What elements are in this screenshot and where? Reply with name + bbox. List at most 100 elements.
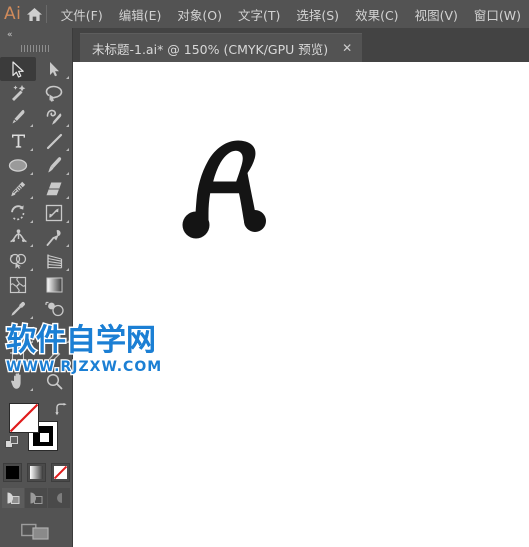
pencil-icon (11, 181, 26, 197)
document-tab-bar: 未标题-1.ai* @ 150% (CMYK/GPU 预览) ✕ (72, 28, 529, 62)
line-segment-tool[interactable] (36, 129, 72, 153)
panel-drag-handle[interactable] (0, 42, 72, 54)
menu-file[interactable]: 文件(F) (53, 0, 111, 28)
menu-view[interactable]: 视图(V) (407, 0, 466, 28)
tool-row (0, 321, 72, 345)
menu-file-label: 文件(F) (60, 7, 103, 23)
puppet-pin-icon (46, 229, 61, 246)
document-tab[interactable]: 未标题-1.ai* @ 150% (CMYK/GPU 预览) ✕ (80, 33, 363, 62)
draw-normal-button[interactable] (2, 488, 24, 508)
screen-mode-button[interactable] (0, 520, 72, 542)
grip-icon (21, 44, 51, 52)
width-tool-icon (9, 228, 27, 242)
shape-builder-tool[interactable] (0, 249, 36, 273)
zoom-tool[interactable] (36, 369, 72, 393)
ellipse-tool[interactable] (0, 153, 36, 177)
rotate-tool[interactable] (0, 201, 36, 225)
curvature-pen-icon (46, 109, 61, 125)
artboard-tool[interactable] (0, 345, 36, 369)
tool-row (0, 177, 72, 201)
blend-tool[interactable] (36, 297, 72, 321)
magic-wand-tool[interactable] (0, 81, 36, 105)
tool-row (0, 249, 72, 273)
curvature-tool[interactable] (36, 105, 72, 129)
magic-wand-icon (12, 85, 26, 101)
draw-inside-button[interactable] (48, 488, 70, 508)
tool-row (0, 81, 72, 105)
scale-icon (45, 204, 63, 222)
letter-a-artwork (182, 140, 266, 239)
symbol-sprayer-tool[interactable] (0, 321, 36, 345)
shape-builder-icon (9, 253, 26, 269)
app-logo-label: Ai (3, 4, 22, 24)
none-color-icon (53, 466, 67, 479)
pen-tool[interactable] (0, 105, 36, 129)
menu-edit-label: 编辑(E) (118, 7, 162, 23)
tool-flyout-indicator (66, 124, 69, 127)
gradient-mode-button[interactable] (26, 463, 46, 482)
swap-fill-stroke-button[interactable] (54, 401, 68, 420)
zoom-magnifier-icon (46, 373, 62, 389)
menu-type[interactable]: 文字(T) (230, 0, 288, 28)
tool-flyout-indicator (30, 244, 33, 247)
gradient-icon (46, 277, 62, 293)
color-mode-button[interactable] (2, 463, 22, 482)
hand-tool[interactable] (0, 369, 36, 393)
collapse-panel-button[interactable]: « (0, 28, 72, 42)
default-fill-stroke-button[interactable] (5, 435, 19, 454)
direct-selection-tool[interactable] (36, 57, 72, 81)
eyedropper-icon (11, 301, 26, 316)
tool-flyout-indicator (66, 196, 69, 199)
fill-swatch[interactable] (9, 403, 39, 433)
menu-effect[interactable]: 效果(C) (347, 0, 406, 28)
perspective-grid-icon (47, 254, 63, 268)
menu-object[interactable]: 对象(O) (169, 0, 230, 28)
gradient-tool[interactable] (36, 273, 72, 297)
gradient-color-icon (29, 466, 43, 479)
home-button[interactable] (25, 0, 44, 28)
hand-icon (10, 373, 21, 389)
mesh-tool[interactable] (0, 273, 36, 297)
tools-panel: « (0, 28, 73, 547)
tool-row (0, 297, 72, 321)
tool-row (0, 153, 72, 177)
tool-row (0, 345, 72, 369)
line-icon (46, 133, 62, 149)
perspective-grid-tool[interactable] (36, 249, 72, 273)
menu-window[interactable]: 窗口(W) (466, 0, 529, 28)
tool-row (0, 369, 72, 393)
width-tool[interactable] (0, 225, 36, 249)
free-transform-tool[interactable] (36, 225, 72, 249)
draw-mode-row (0, 488, 72, 508)
menu-effect-label: 效果(C) (355, 7, 399, 23)
screen-mode-icon (21, 523, 49, 540)
draw-inside-icon (56, 493, 62, 503)
menu-select[interactable]: 选择(S) (288, 0, 347, 28)
fill-stroke-controls (0, 399, 72, 461)
app-logo[interactable]: Ai (0, 0, 25, 28)
default-colors-icon (5, 436, 18, 448)
selection-tool[interactable] (0, 57, 36, 81)
scale-tool[interactable] (36, 201, 72, 225)
type-tool[interactable] (0, 129, 36, 153)
artboard-canvas[interactable] (72, 62, 529, 547)
letter-a-glyph[interactable] (182, 137, 272, 246)
menu-edit[interactable]: 编辑(E) (111, 0, 170, 28)
close-icon[interactable]: ✕ (328, 42, 362, 54)
tool-flyout-indicator (30, 148, 33, 151)
tool-row (0, 225, 72, 249)
illustrator-window: Ai 文件(F) 编辑(E) 对象(O) 文字(T) 选择(S) 效果(C) 视… (0, 0, 529, 547)
tool-flyout-indicator (66, 268, 69, 271)
draw-behind-button[interactable] (25, 488, 47, 508)
pencil-tool[interactable] (0, 177, 36, 201)
none-mode-button[interactable] (50, 463, 70, 482)
swap-arrows-icon (55, 403, 67, 416)
paintbrush-tool[interactable] (36, 153, 72, 177)
paintbrush-icon (48, 157, 62, 173)
lasso-tool[interactable] (36, 81, 72, 105)
eyedropper-tool[interactable] (0, 297, 36, 321)
slice-tool[interactable] (36, 345, 72, 369)
eraser-tool[interactable] (36, 177, 72, 201)
column-graph-tool[interactable] (36, 321, 72, 345)
tool-flyout-indicator (30, 388, 33, 391)
